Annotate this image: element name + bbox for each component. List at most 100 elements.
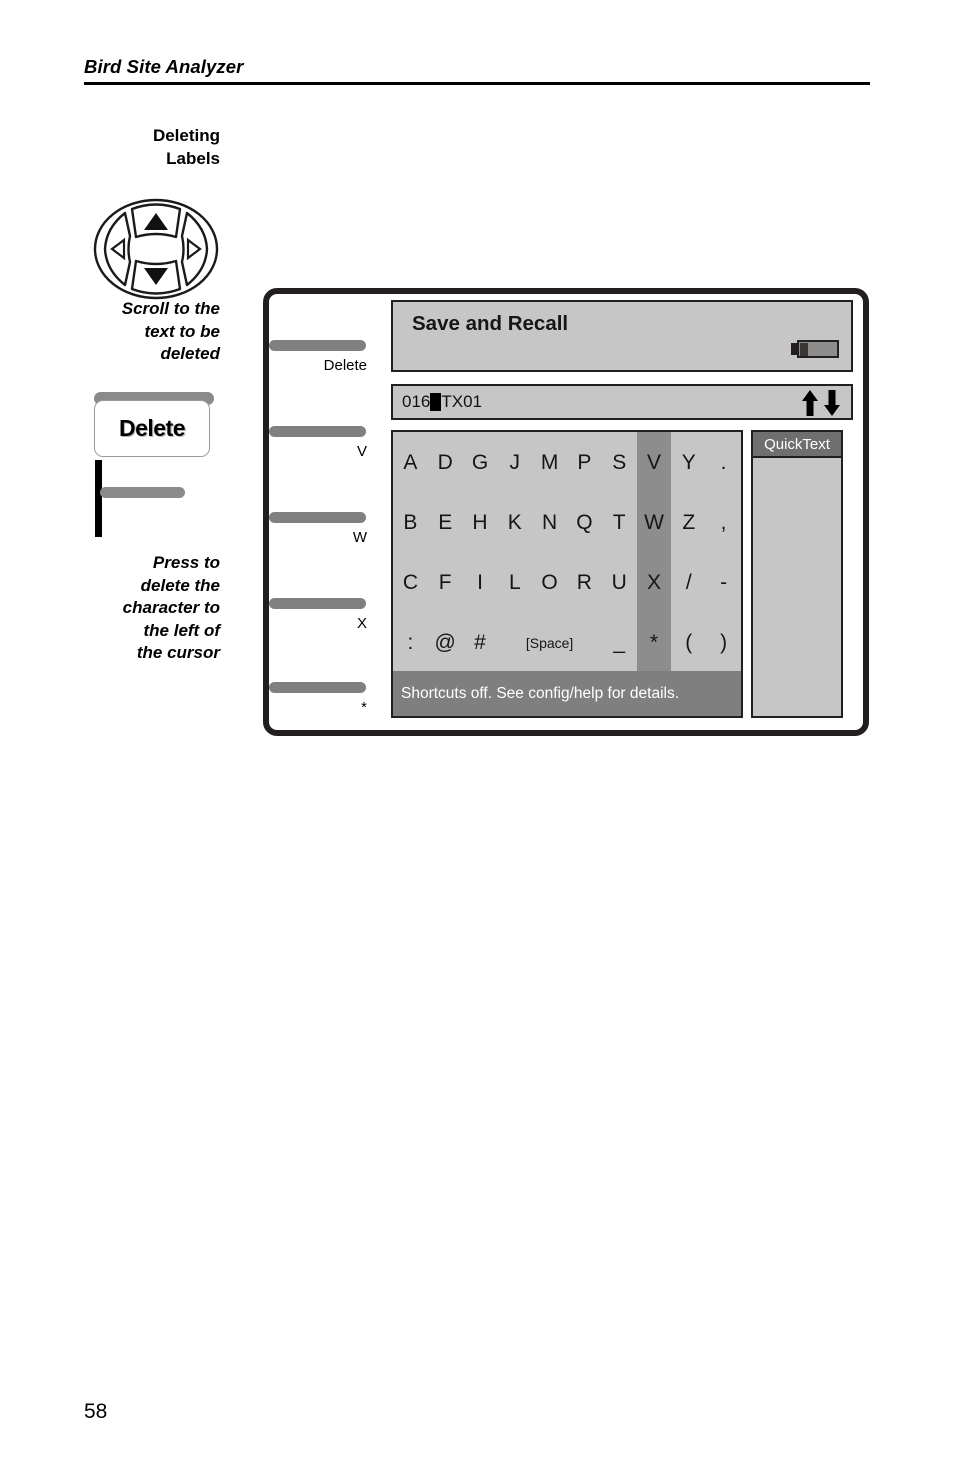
key-d[interactable]: D	[428, 432, 463, 492]
softkey-rail: Delete V W X *	[269, 294, 391, 730]
section-heading-line1: Deleting	[152, 126, 220, 145]
key-u[interactable]: U	[602, 553, 637, 613]
key-asterisk[interactable]: *	[636, 612, 672, 673]
softkey-bar	[269, 512, 366, 523]
arrow-up-icon	[802, 390, 818, 416]
key-hyphen[interactable]: -	[706, 553, 741, 613]
softkey-label: W	[352, 529, 367, 546]
key-colon[interactable]: :	[393, 613, 428, 673]
key-j[interactable]: J	[497, 432, 532, 492]
key-z[interactable]: Z	[671, 492, 706, 552]
softkey-w[interactable]: W	[269, 512, 369, 546]
softkey-label: X	[356, 615, 367, 632]
softkey-bar	[269, 340, 366, 351]
key-h[interactable]: H	[463, 492, 498, 552]
block-cursor	[430, 393, 442, 411]
page-running-header: Bird Site Analyzer	[84, 56, 870, 85]
press-caption-line5: the cursor	[136, 643, 220, 662]
delete-key-callout-stub	[100, 487, 185, 498]
key-hash[interactable]: #	[463, 613, 498, 673]
screen-title-bar: Save and Recall	[391, 300, 853, 372]
press-instruction-caption: Press to delete the character to the lef…	[20, 552, 220, 665]
character-keyboard: A D G J M P S V Y . B E H K N Q T W Z ,	[391, 430, 743, 718]
softkey-bar	[269, 682, 366, 693]
label-text-input[interactable]: 016 TX01	[391, 384, 853, 420]
scroll-instruction-caption: Scroll to the text to be deleted	[40, 298, 220, 366]
press-caption-line3: character to	[122, 598, 220, 617]
press-caption-line2: delete the	[140, 575, 220, 595]
key-g[interactable]: G	[463, 432, 498, 492]
arrow-left-icon	[110, 237, 126, 261]
key-l[interactable]: L	[497, 553, 532, 613]
text-after-cursor: TX01	[441, 392, 483, 411]
section-heading: Deleting Labels	[60, 124, 220, 170]
arrow-down-icon	[824, 390, 840, 416]
quicktext-panel[interactable]: QuickText	[751, 430, 843, 718]
key-n[interactable]: N	[532, 492, 567, 552]
key-at[interactable]: @	[428, 613, 463, 673]
battery-icon	[791, 340, 839, 358]
quicktext-header: QuickText	[753, 432, 841, 458]
key-paren-open[interactable]: (	[671, 613, 706, 673]
device-screen: Save and Recall 016 TX01 A D G J M P S V…	[391, 300, 859, 724]
softkey-delete[interactable]: Delete	[269, 340, 369, 374]
scroll-caption-line1: Scroll to the	[121, 299, 220, 318]
key-p[interactable]: P	[567, 432, 602, 492]
label-text-value: 016 TX01	[402, 392, 482, 412]
key-grid: A D G J M P S V Y . B E H K N Q T W Z ,	[393, 432, 741, 673]
key-comma[interactable]: ,	[706, 492, 741, 552]
page-number: 58	[84, 1400, 108, 1423]
softkey-bar	[269, 598, 366, 609]
text-before-cursor: 016	[402, 392, 431, 411]
text-field-scroll-arrows[interactable]	[799, 388, 845, 418]
key-space[interactable]: [Space]	[497, 613, 601, 673]
key-x[interactable]: X	[636, 552, 672, 613]
key-f[interactable]: F	[428, 553, 463, 613]
press-caption-line1: Press to	[152, 553, 220, 572]
key-k[interactable]: K	[497, 492, 532, 552]
dpad-svg	[93, 198, 219, 300]
key-v[interactable]: V	[636, 432, 672, 493]
key-t[interactable]: T	[602, 492, 637, 552]
key-q[interactable]: Q	[567, 492, 602, 552]
key-m[interactable]: M	[532, 432, 567, 492]
quicktext-list[interactable]	[753, 458, 841, 716]
key-underscore[interactable]: _	[602, 613, 637, 673]
key-w[interactable]: W	[636, 492, 672, 553]
key-slash[interactable]: /	[671, 553, 706, 613]
key-r[interactable]: R	[567, 553, 602, 613]
section-heading-line2: Labels	[166, 149, 220, 168]
screen-title: Save and Recall	[412, 312, 569, 335]
softkey-v[interactable]: V	[269, 426, 369, 460]
header-divider	[84, 82, 870, 85]
key-a[interactable]: A	[393, 432, 428, 492]
scroll-caption-line3: deleted	[160, 344, 220, 363]
scroll-caption-line2: text to be	[144, 321, 220, 341]
key-period[interactable]: .	[706, 432, 741, 492]
key-e[interactable]: E	[428, 492, 463, 552]
dpad-illustration	[92, 196, 220, 302]
key-y[interactable]: Y	[671, 432, 706, 492]
press-caption-line4: the left of	[143, 620, 221, 640]
delete-key-illustration: Delete	[92, 392, 222, 537]
key-i[interactable]: I	[463, 553, 498, 613]
battery-level-fill	[800, 342, 808, 356]
key-b[interactable]: B	[393, 492, 428, 552]
arrow-up-icon	[144, 213, 168, 230]
softkey-label: V	[356, 443, 367, 460]
delete-key-button: Delete	[94, 400, 210, 457]
key-c[interactable]: C	[393, 553, 428, 613]
key-o[interactable]: O	[532, 553, 567, 613]
key-paren-close[interactable]: )	[706, 613, 741, 673]
screen-status-bar: Shortcuts off. See config/help for detai…	[393, 671, 741, 716]
status-message: Shortcuts off. See config/help for detai…	[401, 684, 680, 702]
softkey-bar	[269, 426, 366, 437]
arrow-right-icon	[186, 237, 202, 261]
running-header-text: Bird Site Analyzer	[84, 56, 244, 77]
device-illustration: Delete V W X * Save and Recall 016 TX01 …	[263, 288, 869, 736]
softkey-asterisk[interactable]: *	[269, 682, 369, 716]
softkey-x[interactable]: X	[269, 598, 369, 632]
arrow-down-icon	[144, 268, 168, 285]
key-s[interactable]: S	[602, 432, 637, 492]
delete-key-callout-line	[95, 460, 102, 537]
